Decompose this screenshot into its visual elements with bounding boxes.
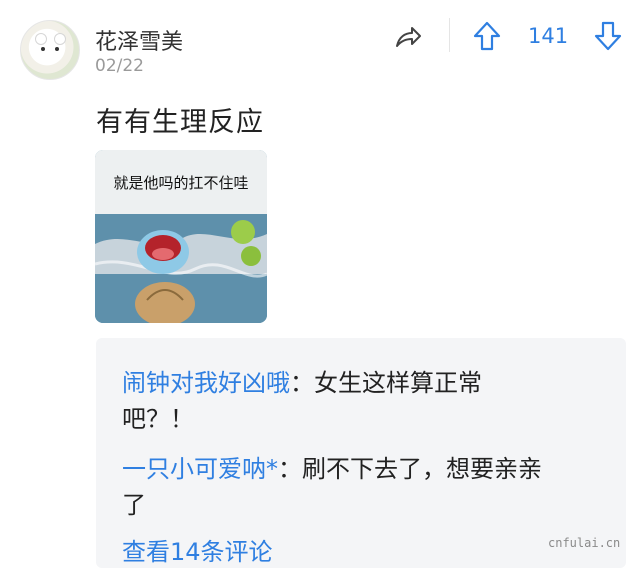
post-text: 有有生理反应 [96,107,264,138]
comment-1-continued: 吧？！ [122,405,194,433]
meme-caption-area: 就是他吗的扛不住哇 [95,150,267,214]
meme-image[interactable]: 就是他吗的扛不住哇 [95,150,267,323]
comments-panel: 闹钟对我好凶哦：女生这样算正常 吧？！ 一只小可爱呐*：刷不下去了，想要亲亲 了… [96,338,626,568]
share-icon[interactable] [393,22,423,52]
avatar-ear-left [35,33,47,45]
avatar-eye-right [55,47,59,51]
comment-2: 一只小可爱呐*：刷不下去了，想要亲亲 [122,452,542,486]
watermark: cnfulai.cn [548,536,621,550]
user-avatar[interactable] [20,20,80,80]
username[interactable]: 花泽雪美 [95,24,183,56]
vote-count: 141 [528,24,569,48]
divider [449,18,450,52]
upvote-arrow-icon[interactable] [472,20,502,52]
comment-author[interactable]: 一只小可爱呐* [122,455,278,483]
downvote-arrow-icon[interactable] [593,20,623,52]
post-date: 02/22 [95,56,144,76]
meme-caption: 就是他吗的扛不住哇 [113,174,249,192]
comment-text: ：女生这样算正常 [290,369,482,397]
comment-2-continued: 了 [122,491,146,519]
view-more-comments-link[interactable]: 查看14条评论 [122,532,273,567]
avatar-eye-left [41,47,45,51]
avatar-ear-right [54,33,66,45]
meme-illustration [95,214,267,323]
comment-text: ：刷不下去了，想要亲亲 [278,455,542,483]
comment-1: 闹钟对我好凶哦：女生这样算正常 [122,366,482,400]
comment-author[interactable]: 闹钟对我好凶哦 [122,369,290,397]
